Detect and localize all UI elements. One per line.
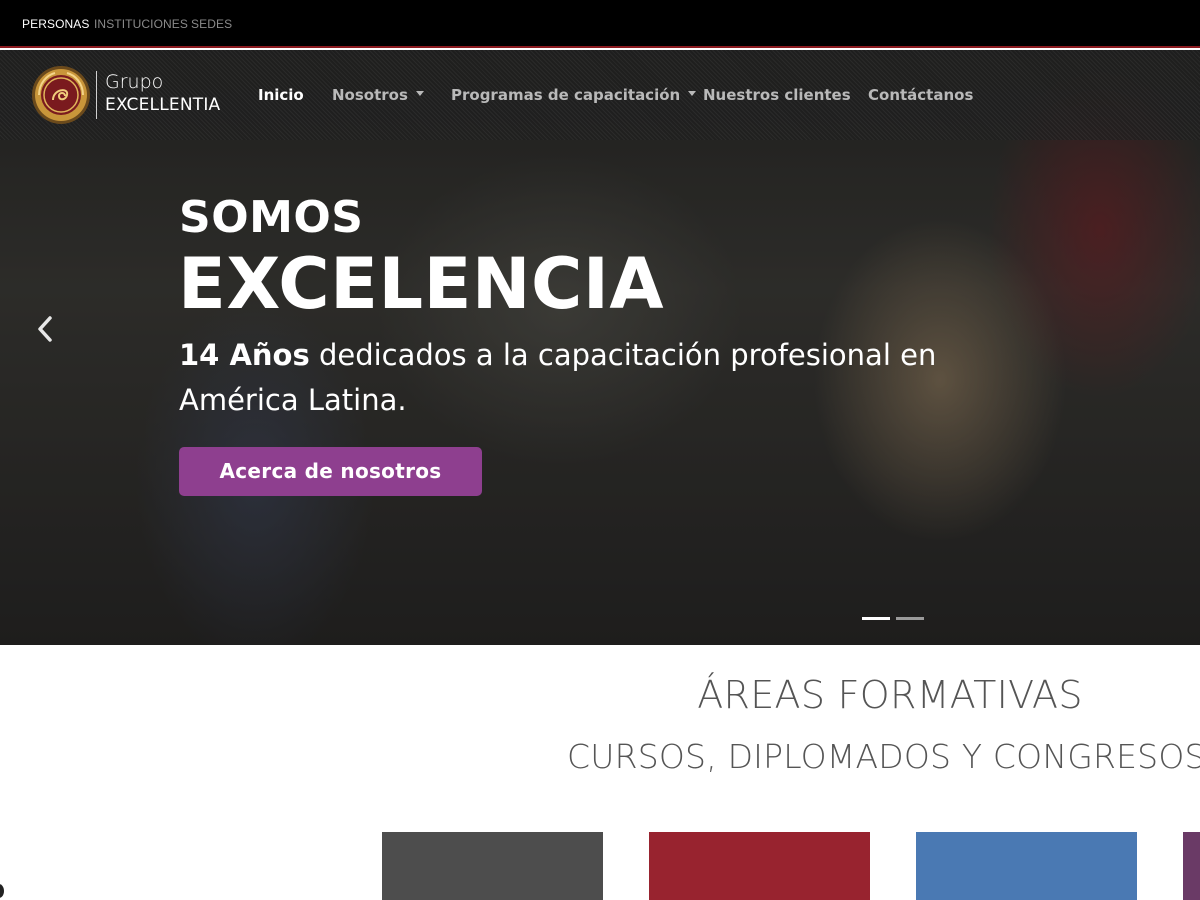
hero-heading-small: SOMOS [179, 192, 364, 243]
seal-icon [32, 66, 90, 124]
carousel-indicator-1[interactable] [862, 617, 890, 620]
area-card-3[interactable] [916, 832, 1137, 900]
area-card-1[interactable] [382, 832, 603, 900]
nav-item-inicio[interactable]: Inicio [258, 86, 304, 104]
logo-text-line1: Grupo [105, 71, 164, 93]
logo-divider [96, 71, 97, 119]
chevron-down-icon [688, 91, 697, 96]
chevron-down-icon [415, 91, 424, 96]
nav-item-contactanos[interactable]: Contáctanos [868, 86, 973, 104]
top-link-personas[interactable]: PERSONAS [22, 17, 90, 31]
brand-logo[interactable]: Grupo EXCELLENTIA [31, 65, 231, 125]
areas-title: ÁREAS FORMATIVAS [697, 673, 1083, 717]
carousel-indicator-2[interactable] [896, 617, 924, 620]
nav-item-programas[interactable]: Programas de capacitación [451, 86, 697, 104]
nav-item-label: Programas de capacitación [451, 86, 681, 104]
nav-item-nosotros[interactable]: Nosotros [332, 86, 424, 104]
floating-widget-edge[interactable] [0, 884, 4, 898]
logo-text-line2: EXCELLENTIA [105, 95, 221, 115]
about-us-button[interactable]: Acerca de nosotros [179, 447, 482, 496]
top-link-sedes[interactable]: SEDES [191, 17, 232, 31]
area-card-4[interactable] [1183, 832, 1200, 900]
nav-item-clientes[interactable]: Nuestros clientes [703, 86, 851, 104]
top-link-instituciones[interactable]: INSTITUCIONES [94, 17, 188, 31]
areas-subtitle: CURSOS, DIPLOMADOS Y CONGRESOS [567, 737, 1200, 776]
top-bar: PERSONAS INSTITUCIONES SEDES [0, 0, 1200, 48]
chevron-left-icon[interactable] [34, 312, 58, 346]
hero-subtitle-bold: 14 Años [179, 338, 310, 372]
nav-item-label: Nosotros [332, 86, 408, 104]
area-card-2[interactable] [649, 832, 870, 900]
hero-heading-large: EXCELENCIA [178, 243, 665, 325]
hero-subtitle: 14 Años dedicados a la capacitación prof… [179, 333, 939, 423]
